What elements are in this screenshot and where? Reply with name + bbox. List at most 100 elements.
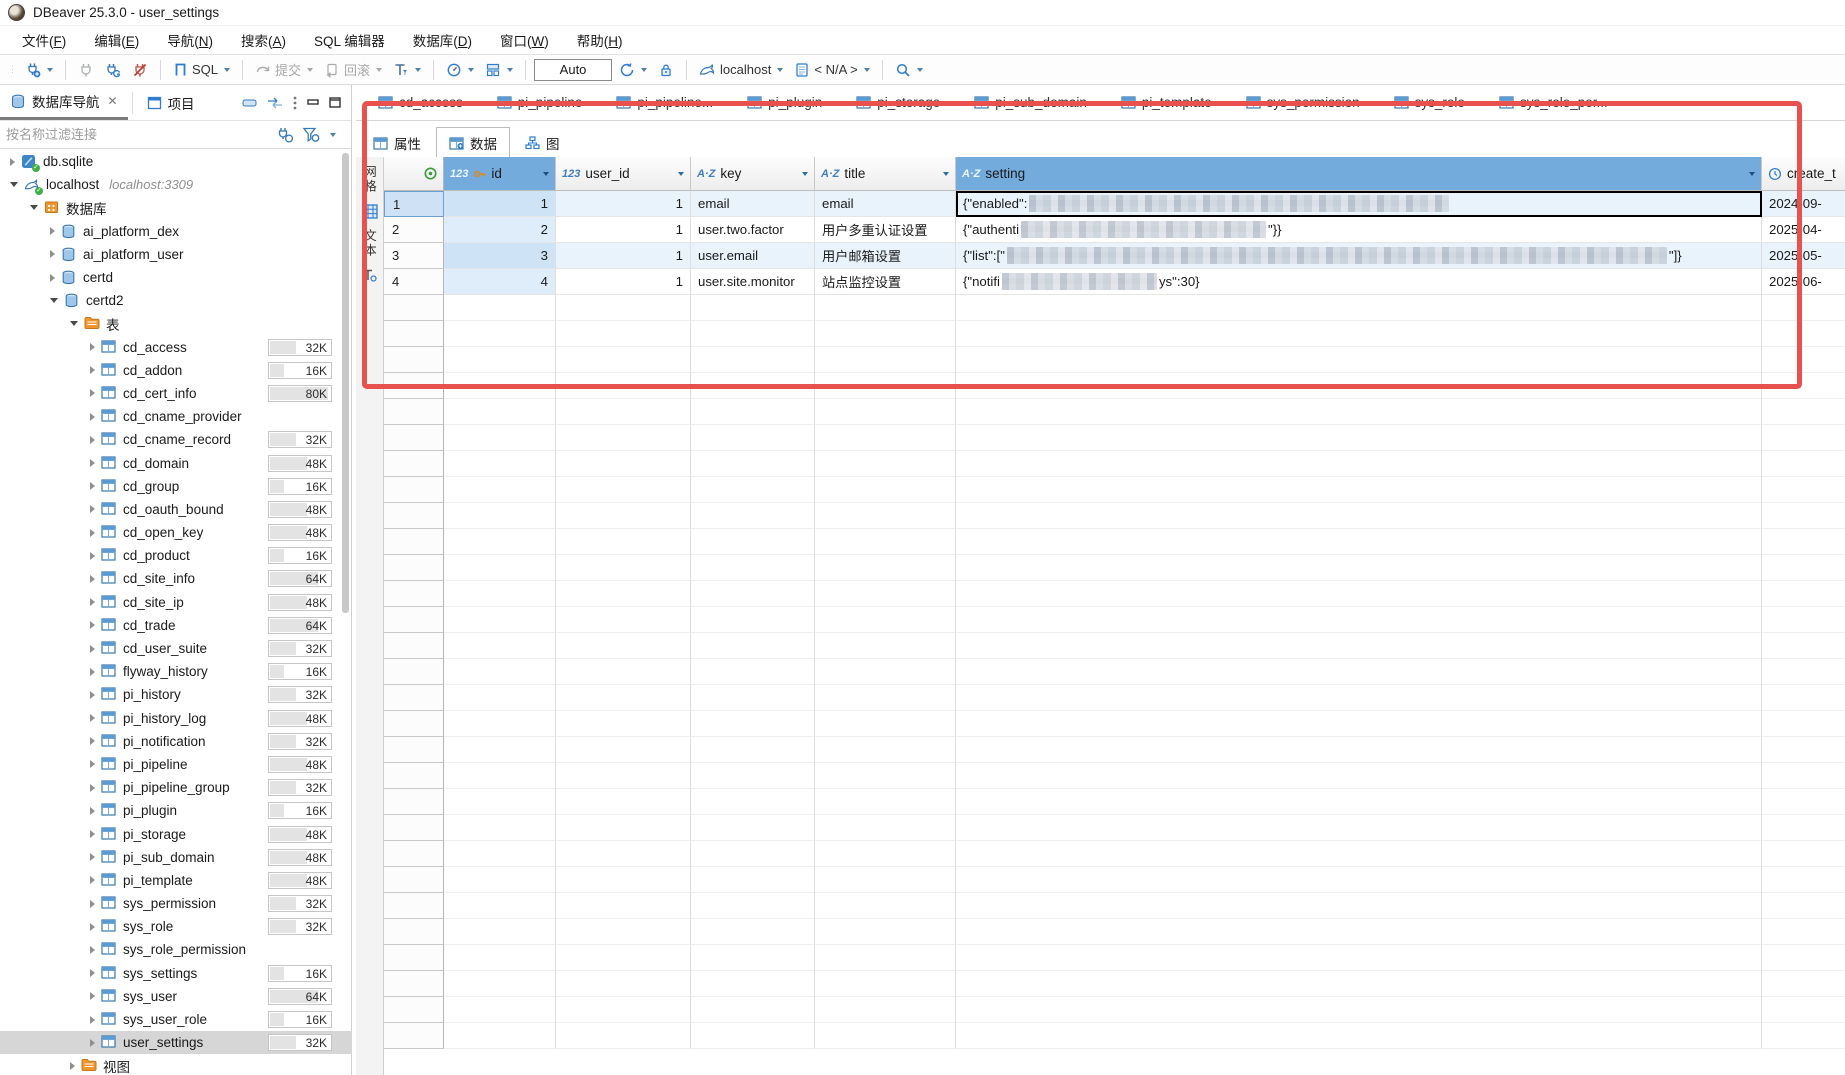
chevron-expanded-icon[interactable] xyxy=(70,321,78,326)
chevron-collapsed-icon[interactable] xyxy=(90,552,95,560)
tree-item-ai_platform_dex[interactable]: ai_platform_dex xyxy=(0,220,352,243)
tree-item-pi_history_log[interactable]: pi_history_log48K xyxy=(0,707,352,730)
results-tab-属性[interactable]: 属性 xyxy=(360,127,434,159)
chevron-collapsed-icon[interactable] xyxy=(90,1039,95,1047)
chevron-collapsed-icon[interactable] xyxy=(50,250,55,258)
row-number-cell[interactable] xyxy=(384,399,444,425)
column-header-title[interactable]: A·Ztitle xyxy=(815,157,956,191)
tree-item-pi_notification[interactable]: pi_notification32K xyxy=(0,730,352,753)
chevron-collapsed-icon[interactable] xyxy=(50,274,55,282)
sql-editor-dropdown[interactable] xyxy=(224,68,230,72)
tree-item-user_settings[interactable]: user_settings32K xyxy=(0,1031,352,1054)
row-number-cell[interactable] xyxy=(384,841,444,867)
menu-item[interactable]: 数据库(D) xyxy=(401,27,484,53)
history-dropdown[interactable] xyxy=(641,68,647,72)
maximize-panel-icon[interactable] xyxy=(329,97,341,108)
tree-item-cd_open_key[interactable]: cd_open_key48K xyxy=(0,521,352,544)
row-number-cell[interactable] xyxy=(384,347,444,373)
active-connection-dropdown[interactable] xyxy=(777,68,783,72)
tree-item-pi_pipeline_group[interactable]: pi_pipeline_group32K xyxy=(0,776,352,799)
column-filter-dropdown[interactable] xyxy=(802,172,808,176)
cell-id[interactable]: 2 xyxy=(444,217,556,243)
row-number-cell[interactable] xyxy=(384,451,444,477)
chevron-expanded-icon[interactable] xyxy=(50,298,58,303)
cell-user-id[interactable]: 1 xyxy=(556,269,691,295)
tree-item-localhost[interactable]: ✓localhostlocalhost:3309 xyxy=(0,173,352,196)
row-number-cell[interactable] xyxy=(384,945,444,971)
column-header-user_id[interactable]: 123user_id xyxy=(556,157,691,191)
column-filter-dropdown[interactable] xyxy=(1749,172,1755,176)
menu-item[interactable]: 文件(F) xyxy=(10,27,78,53)
transaction-mode-dropdown[interactable] xyxy=(415,68,421,72)
menu-item[interactable]: 导航(N) xyxy=(155,27,225,53)
tree-item-cd_cname_record[interactable]: cd_cname_record32K xyxy=(0,428,352,451)
chevron-collapsed-icon[interactable] xyxy=(90,807,95,815)
presentation-text-tab[interactable]: 文本 xyxy=(360,229,379,258)
column-filter-dropdown[interactable] xyxy=(943,172,949,176)
collapse-all-icon[interactable] xyxy=(242,98,257,108)
layout-button[interactable] xyxy=(481,59,517,81)
row-number-cell[interactable]: 4 xyxy=(384,269,444,295)
row-number-cell[interactable] xyxy=(384,893,444,919)
tree-item-cd_user_suite[interactable]: cd_user_suite32K xyxy=(0,637,352,660)
row-number-cell[interactable]: 3 xyxy=(384,243,444,269)
presentation-grid-tab[interactable]: 网格 xyxy=(360,165,379,194)
chevron-collapsed-icon[interactable] xyxy=(10,158,15,166)
cell-key[interactable]: user.two.factor xyxy=(691,217,815,243)
tree-item-cd_domain[interactable]: cd_domain48K xyxy=(0,451,352,474)
tab-database-navigator[interactable]: 数据库导航 ✕ xyxy=(0,85,128,120)
column-header-id[interactable]: 123id xyxy=(444,157,556,191)
chevron-collapsed-icon[interactable] xyxy=(90,992,95,1000)
row-number-cell[interactable] xyxy=(384,919,444,945)
tree-item-pi_template[interactable]: pi_template48K xyxy=(0,869,352,892)
tree-scrollbar[interactable] xyxy=(342,153,349,613)
tree-item-sys_role_permission[interactable]: sys_role_permission xyxy=(0,938,352,961)
chevron-collapsed-icon[interactable] xyxy=(90,505,95,513)
cell-title[interactable]: 用户多重认证设置 xyxy=(815,217,956,243)
row-number-cell[interactable] xyxy=(384,633,444,659)
editor-tab-pi_pipeline[interactable]: pi_pipeline xyxy=(481,85,599,120)
chevron-collapsed-icon[interactable] xyxy=(90,853,95,861)
chevron-collapsed-icon[interactable] xyxy=(90,760,95,768)
cell-create-time[interactable]: 2025-06- xyxy=(1762,269,1845,295)
row-number-cell[interactable] xyxy=(384,295,444,321)
tree-item-sys_permission[interactable]: sys_permission32K xyxy=(0,892,352,915)
chevron-collapsed-icon[interactable] xyxy=(90,830,95,838)
row-number-cell[interactable] xyxy=(384,529,444,555)
chevron-collapsed-icon[interactable] xyxy=(90,389,95,397)
chevron-collapsed-icon[interactable] xyxy=(90,598,95,606)
cell-id[interactable]: 4 xyxy=(444,269,556,295)
chevron-collapsed-icon[interactable] xyxy=(90,459,95,467)
tree-item-cd_addon[interactable]: cd_addon16K xyxy=(0,359,352,382)
tree-item-cd_group[interactable]: cd_group16K xyxy=(0,475,352,498)
editor-tab-pi_pipeline[interactable]: pi_pipeline... xyxy=(600,85,729,120)
row-number-cell[interactable] xyxy=(384,659,444,685)
chevron-collapsed-icon[interactable] xyxy=(90,413,95,421)
active-database-dropdown[interactable] xyxy=(864,68,870,72)
editor-tab-sys_permission[interactable]: sys_permission xyxy=(1230,85,1376,120)
link-editor-icon[interactable] xyxy=(267,97,283,109)
tree-item-certd[interactable]: certd xyxy=(0,266,352,289)
row-number-cell[interactable] xyxy=(384,1023,444,1049)
cell-setting[interactable]: {"notifiys":30} xyxy=(956,269,1762,295)
cell-user-id[interactable]: 1 xyxy=(556,191,691,217)
tree-item-pi_history[interactable]: pi_history32K xyxy=(0,683,352,706)
chevron-collapsed-icon[interactable] xyxy=(90,714,95,722)
search-dropdown[interactable] xyxy=(917,68,923,72)
chevron-collapsed-icon[interactable] xyxy=(90,621,95,629)
tree-item-cd_cname_provider[interactable]: cd_cname_provider xyxy=(0,405,352,428)
chevron-collapsed-icon[interactable] xyxy=(90,969,95,977)
row-number-cell[interactable] xyxy=(384,815,444,841)
row-number-cell[interactable] xyxy=(384,971,444,997)
tree-item-cd_site_ip[interactable]: cd_site_ip48K xyxy=(0,591,352,614)
new-connection-button[interactable] xyxy=(21,59,57,81)
commit-mode-input[interactable]: Auto xyxy=(534,59,612,81)
chevron-collapsed-icon[interactable] xyxy=(90,436,95,444)
cell-key[interactable]: email xyxy=(691,191,815,217)
cell-user-id[interactable]: 1 xyxy=(556,217,691,243)
cell-create-time[interactable]: 2025-04- xyxy=(1762,217,1845,243)
commit-dropdown[interactable] xyxy=(307,68,313,72)
menu-item[interactable]: 窗口(W) xyxy=(488,27,561,53)
rollback-dropdown[interactable] xyxy=(376,68,382,72)
chevron-expanded-icon[interactable] xyxy=(10,182,18,187)
